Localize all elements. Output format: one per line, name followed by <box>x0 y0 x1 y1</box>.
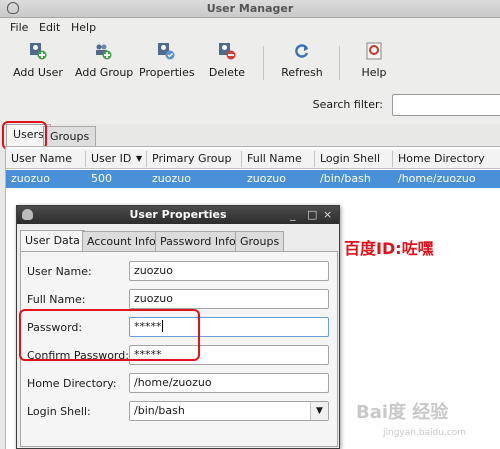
column-separator <box>392 151 393 167</box>
chevron-down-icon[interactable]: ▼ <box>310 402 328 420</box>
login-shell-label: Login Shell: <box>27 405 91 418</box>
sort-descending-icon: ▼ <box>136 154 143 163</box>
toolbar: Add User Add Group Properties Delete Ref… <box>0 38 500 88</box>
watermark-logo: Bai度 经验 <box>356 402 449 423</box>
add-user-button[interactable]: Add User <box>13 42 63 86</box>
delete-label: Delete <box>208 66 246 79</box>
cell-full-name: zuozuo <box>247 172 286 185</box>
menu-help[interactable]: Help <box>71 21 96 34</box>
column-home-directory[interactable]: Home Directory <box>398 152 485 165</box>
toolbar-separator <box>339 46 340 80</box>
annotation-label: 百度ID:咗嘿 <box>344 239 434 258</box>
column-user-id[interactable]: User ID <box>91 152 131 165</box>
column-primary-group[interactable]: Primary Group <box>152 152 232 165</box>
column-separator <box>85 151 86 167</box>
column-separator <box>241 151 242 167</box>
help-button[interactable]: Help <box>358 42 390 86</box>
column-separator <box>314 151 315 167</box>
tab-account-info[interactable]: Account Info <box>82 231 161 251</box>
table-header: User Name User ID ▼ Primary Group Full N… <box>6 149 500 169</box>
column-user-name[interactable]: User Name <box>11 152 72 165</box>
tab-groups[interactable]: Groups <box>43 126 97 146</box>
tab-password-info[interactable]: Password Info <box>155 231 241 251</box>
watermark-url: jingyan.baidu.com <box>383 428 467 438</box>
dialog-tabs: User Data Account Info Password Info Gro… <box>20 230 338 251</box>
cell-primary-group: zuozuo <box>152 172 191 185</box>
help-label: Help <box>361 66 387 79</box>
close-icon[interactable]: × <box>323 208 332 221</box>
toolbar-separator <box>263 46 264 80</box>
delete-button[interactable]: Delete <box>207 42 247 86</box>
properties-label: Properties <box>139 66 195 79</box>
full-name-label: Full Name: <box>27 293 86 306</box>
cell-user-name: zuozuo <box>11 172 50 185</box>
menu-file[interactable]: File <box>10 21 28 34</box>
add-user-icon <box>29 42 47 60</box>
user-name-label: User Name: <box>27 265 92 278</box>
cell-user-id: 500 <box>91 172 112 185</box>
window-titlebar: User Manager <box>0 0 500 18</box>
refresh-icon <box>293 42 311 60</box>
dialog-titlebar: User Properties _ □ × <box>17 206 339 224</box>
search-filter-input[interactable] <box>392 94 500 116</box>
search-filter-label: Search filter: <box>312 98 383 111</box>
highlight-password-fields <box>19 309 200 361</box>
refresh-button[interactable]: Refresh <box>280 42 324 86</box>
cell-login-shell: /bin/bash <box>320 172 371 185</box>
login-shell-value: /bin/bash <box>134 404 185 417</box>
column-full-name[interactable]: Full Name <box>247 152 302 165</box>
home-directory-field[interactable]: /home/zuozuo <box>129 373 329 393</box>
column-login-shell[interactable]: Login Shell <box>320 152 380 165</box>
menubar: File Edit Help <box>0 18 500 38</box>
properties-button[interactable]: Properties <box>139 42 195 86</box>
full-name-field[interactable]: zuozuo <box>129 289 329 309</box>
user-name-field[interactable]: zuozuo <box>129 261 329 281</box>
refresh-label: Refresh <box>281 66 323 79</box>
delete-user-icon <box>218 42 236 60</box>
add-group-icon <box>94 42 112 60</box>
add-group-label: Add Group <box>75 66 134 79</box>
window-title: User Manager <box>206 2 294 15</box>
home-directory-label: Home Directory: <box>27 377 117 390</box>
table-row[interactable]: zuozuo 500 zuozuo zuozuo /bin/bash /home… <box>6 170 500 188</box>
main-tabs: Users Groups <box>4 124 500 146</box>
add-group-button[interactable]: Add Group <box>75 42 134 86</box>
column-separator <box>146 151 147 167</box>
maximize-icon[interactable]: □ <box>307 208 317 221</box>
help-icon <box>365 42 383 60</box>
tab-user-data[interactable]: User Data <box>20 230 85 251</box>
add-user-label: Add User <box>13 66 63 79</box>
tab-groups[interactable]: Groups <box>235 231 285 251</box>
menu-edit[interactable]: Edit <box>39 21 60 34</box>
cell-home-directory: /home/zuozuo <box>398 172 476 185</box>
login-shell-select[interactable]: /bin/bash ▼ <box>129 401 329 421</box>
filter-bar: Search filter: <box>0 88 500 124</box>
properties-icon <box>157 42 175 60</box>
minimize-icon[interactable]: _ <box>290 208 296 221</box>
